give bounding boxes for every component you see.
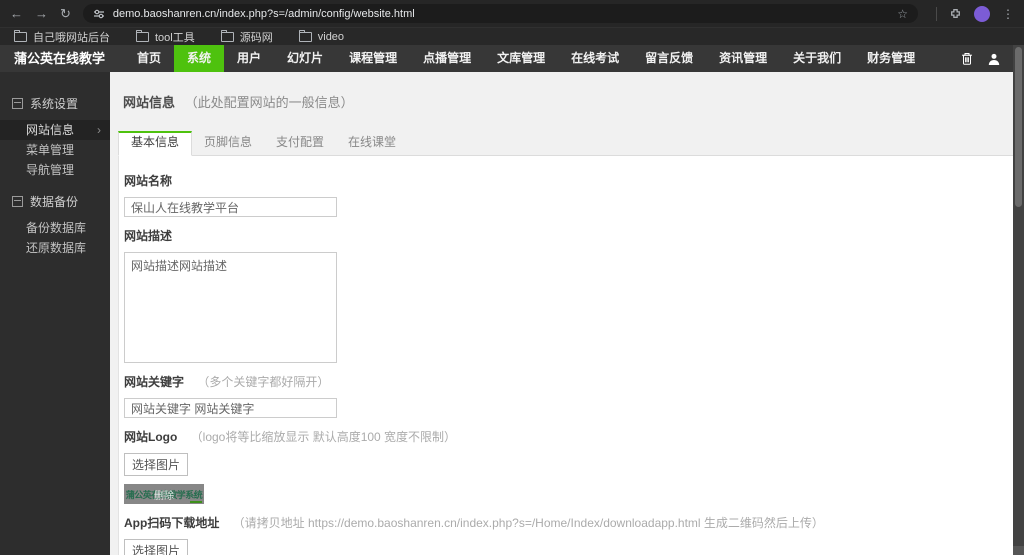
bookmark-item[interactable]: 源码网 xyxy=(220,29,273,45)
field-label: App扫码下载地址 xyxy=(124,516,220,530)
site-keywords-input[interactable] xyxy=(124,398,337,418)
nav-item-system[interactable]: 系统 xyxy=(174,45,225,72)
collapse-icon xyxy=(12,195,23,207)
folder-icon xyxy=(14,29,27,42)
browser-menu-icon[interactable]: ⋮ xyxy=(1002,7,1014,21)
main-content: 网站信息 （此处配置网站的一般信息） 基本信息 页脚信息 支付配置 在线课堂 网… xyxy=(110,72,1024,555)
folder-icon xyxy=(220,29,234,42)
sidebar-item-label: 网站信息 xyxy=(26,123,75,137)
section-title: 系统设置 xyxy=(30,96,79,111)
bookmark-item[interactable]: 自己哦网站后台 xyxy=(14,29,110,45)
sidebar-item-label: 还原数据库 xyxy=(26,241,87,255)
main-menu: 首页 系统 用户 幻灯片 课程管理 点播管理 文库管理 在线考试 留言反馈 资讯… xyxy=(124,45,928,72)
sidebar-item-menu-mgmt[interactable]: 菜单管理 xyxy=(0,140,110,160)
bookmark-label: tool工具 xyxy=(155,31,195,44)
field-label-row: 网站Logo （logo将等比缩放显示 默认高度100 宽度不限制） xyxy=(124,428,1010,445)
field-label-row: 网站描述 xyxy=(124,227,1010,244)
sidebar-section-system-settings[interactable]: 系统设置 xyxy=(0,96,110,111)
logo-pick-image-button[interactable]: 选择图片 xyxy=(124,453,189,476)
nav-item-news[interactable]: 资讯管理 xyxy=(706,45,780,72)
tab-online-classroom[interactable]: 在线课堂 xyxy=(336,131,408,153)
page-header: 网站信息 （此处配置网站的一般信息） xyxy=(123,92,1016,111)
site-name-input[interactable] xyxy=(124,197,337,217)
site-info-icon[interactable] xyxy=(93,8,105,20)
field-hint: （请拷贝地址 https://demo.baoshanren.cn/index.… xyxy=(232,516,824,530)
nav-item-users[interactable]: 用户 xyxy=(224,45,274,72)
sidebar-item-backup-db[interactable]: 备份数据库 xyxy=(0,218,110,238)
sidebar-item-label: 备份数据库 xyxy=(26,221,87,235)
url-text: demo.baoshanren.cn/index.php?s=/admin/co… xyxy=(112,7,415,20)
profile-avatar[interactable] xyxy=(974,5,990,22)
bookmark-item[interactable]: video xyxy=(298,29,345,43)
sidebar-item-label: 菜单管理 xyxy=(26,143,75,157)
field-label: 网站名称 xyxy=(124,174,173,188)
section-title: 数据备份 xyxy=(30,194,79,209)
page-subtitle: （此处配置网站的一般信息） xyxy=(184,95,354,110)
browser-toolbar: ← → ↻ demo.baoshanren.cn/index.php?s=/ad… xyxy=(0,0,1024,27)
logo-thumbnail[interactable]: 蒲公英在线教学系统 删除 xyxy=(124,484,204,504)
field-label: 网站关键字 xyxy=(124,375,185,389)
sidebar-section-data-backup[interactable]: 数据备份 xyxy=(0,194,110,209)
extensions-icon[interactable] xyxy=(949,7,962,20)
bookmark-label: 自己哦网站后台 xyxy=(33,31,110,44)
tab-payment-config[interactable]: 支付配置 xyxy=(264,131,336,153)
bookmark-label: video xyxy=(317,30,345,43)
forward-icon[interactable]: → xyxy=(35,7,48,20)
site-description-textarea[interactable]: 网站描述网站描述 xyxy=(124,252,337,363)
nav-item-exams[interactable]: 在线考试 xyxy=(558,45,632,72)
bookmark-item[interactable]: tool工具 xyxy=(136,29,195,45)
browser-chrome: ← → ↻ demo.baoshanren.cn/index.php?s=/ad… xyxy=(0,0,1024,45)
field-label: 网站描述 xyxy=(124,229,173,243)
nav-item-library[interactable]: 文库管理 xyxy=(484,45,558,72)
app-area: 蒲公英在线教学 首页 系统 用户 幻灯片 课程管理 点播管理 文库管理 在线考试… xyxy=(0,45,1024,555)
field-label: 网站Logo xyxy=(124,430,178,444)
field-hint: （多个关键字都好隔开） xyxy=(197,375,330,389)
trash-icon[interactable] xyxy=(961,52,973,65)
logo-delete-button[interactable]: 删除 xyxy=(124,484,204,504)
field-label-row: 网站关键字 （多个关键字都好隔开） xyxy=(124,373,1010,390)
bookmark-star-icon[interactable]: ☆ xyxy=(897,7,908,21)
sidebar: 系统设置 网站信息 › 菜单管理 导航管理 数据备份 备份数据库 还原数据库 xyxy=(0,72,110,555)
nav-item-about[interactable]: 关于我们 xyxy=(780,45,854,72)
tab-bar: 基本信息 页脚信息 支付配置 在线课堂 xyxy=(118,131,1016,156)
field-label-row: App扫码下载地址 （请拷贝地址 https://demo.baoshanren… xyxy=(124,514,1010,531)
toolbar-divider xyxy=(936,6,937,21)
field-label-row: 网站名称 xyxy=(124,172,1010,189)
sidebar-item-nav-mgmt[interactable]: 导航管理 xyxy=(0,160,110,180)
reload-icon[interactable]: ↻ xyxy=(60,7,71,20)
sidebar-item-label: 导航管理 xyxy=(26,163,75,177)
nav-item-home[interactable]: 首页 xyxy=(124,45,174,72)
folder-icon xyxy=(136,29,149,42)
brand-logo: 蒲公英在线教学 xyxy=(14,51,106,66)
form-panel: 网站名称 网站描述 网站描述网站描述 网站关键字 （多个关键字都好隔开） 网站L… xyxy=(118,156,1016,555)
nav-item-vod[interactable]: 点播管理 xyxy=(410,45,484,72)
nav-item-slides[interactable]: 幻灯片 xyxy=(274,45,336,72)
sidebar-item-restore-db[interactable]: 还原数据库 xyxy=(0,238,110,258)
app-qr-pick-image-button[interactable]: 选择图片 xyxy=(124,539,189,555)
tab-basic-info[interactable]: 基本信息 xyxy=(118,131,193,156)
tab-footer-info[interactable]: 页脚信息 xyxy=(192,131,264,153)
collapse-icon xyxy=(12,97,23,109)
field-hint: （logo将等比缩放显示 默认高度100 宽度不限制） xyxy=(190,430,457,444)
page-scrollbar[interactable] xyxy=(1013,45,1024,555)
screen: ← → ↻ demo.baoshanren.cn/index.php?s=/ad… xyxy=(0,0,1024,555)
folder-icon xyxy=(298,29,312,42)
url-bar[interactable]: demo.baoshanren.cn/index.php?s=/admin/co… xyxy=(82,4,918,23)
sidebar-item-website-info[interactable]: 网站信息 › xyxy=(0,120,110,140)
scrollbar-thumb[interactable] xyxy=(1015,47,1022,207)
page-title: 网站信息 xyxy=(123,95,176,110)
nav-item-feedback[interactable]: 留言反馈 xyxy=(632,45,706,72)
chevron-right-icon: › xyxy=(97,123,101,137)
bookmarks-bar: 自己哦网站后台 tool工具 源码网 video xyxy=(0,27,1024,45)
back-icon[interactable]: ← xyxy=(10,7,23,20)
top-navbar: 蒲公英在线教学 首页 系统 用户 幻灯片 课程管理 点播管理 文库管理 在线考试… xyxy=(0,45,1024,72)
nav-item-finance[interactable]: 财务管理 xyxy=(854,45,928,72)
nav-item-courses[interactable]: 课程管理 xyxy=(336,45,410,72)
bookmark-label: 源码网 xyxy=(239,31,273,44)
body-row: 系统设置 网站信息 › 菜单管理 导航管理 数据备份 备份数据库 还原数据库 网… xyxy=(0,72,1024,555)
user-icon[interactable] xyxy=(988,53,1000,65)
scrollbar-corner xyxy=(1013,546,1024,555)
